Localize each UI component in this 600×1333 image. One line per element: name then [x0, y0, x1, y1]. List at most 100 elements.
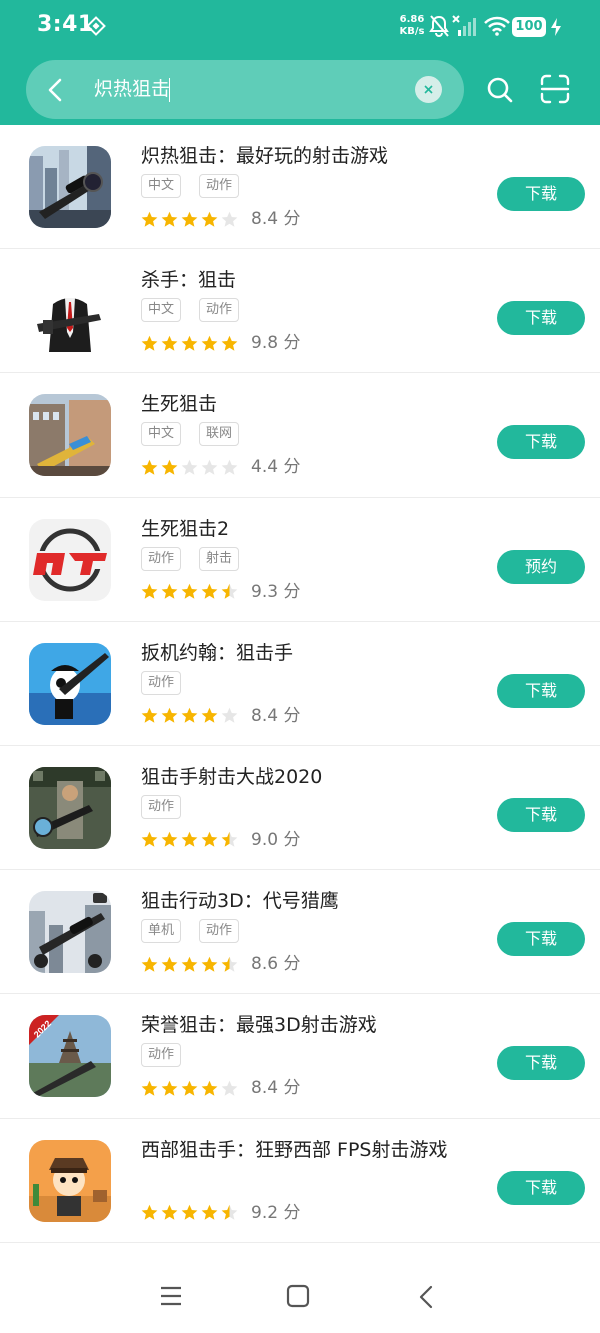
list-item[interactable]: 狙击行动3D：代号猎鹰 单机 动作 8.6 分 下载 [0, 870, 600, 995]
app-name: 荣誉狙击：最强3D射击游戏 [141, 1014, 377, 1037]
download-button[interactable]: 下载 [497, 1046, 585, 1081]
score-text: 8.6 分 [251, 954, 301, 975]
app-name: 狙击手射击大战2020 [141, 765, 323, 788]
wifi-icon [484, 16, 510, 36]
app-header: 3:41 6.86 KB/s 100 炽热狙击 [0, 0, 600, 125]
back-icon[interactable] [417, 1284, 435, 1310]
app-name: 炽热狙击：最好玩的射击游戏 [141, 145, 389, 167]
score-text: 8.4 分 [251, 1078, 301, 1099]
signal-icon [452, 14, 478, 38]
app-icon-honor-sniper[interactable]: 2022 [29, 1015, 111, 1098]
star-icon [161, 956, 178, 973]
charging-bolt-icon [549, 17, 563, 37]
app-icon-shengsi-juji[interactable] [29, 394, 111, 477]
star-icon [201, 459, 218, 476]
back-icon[interactable] [46, 77, 64, 103]
star-icon [181, 1080, 198, 1097]
download-button[interactable]: 下载 [497, 922, 585, 957]
star-icon [141, 707, 158, 724]
star-icon [201, 583, 218, 600]
score-text: 8.4 分 [251, 705, 301, 726]
star-icon [201, 831, 218, 848]
clear-icon[interactable] [415, 76, 442, 103]
app-name: 杀手：狙击 [141, 269, 237, 292]
home-icon[interactable] [286, 1284, 310, 1308]
list-item[interactable]: 扳机约翰：狙击手 动作 8.4 分 下载 [0, 622, 600, 746]
app-name: 狙击行动3D：代号猎鹰 [141, 890, 339, 913]
list-item[interactable]: 西部狙击手：狂野西部 FPS射击游戏 9.2 分 下载 [0, 1119, 600, 1243]
tag: 动作 [199, 919, 240, 944]
star-icon [181, 211, 198, 228]
star-icon [221, 583, 238, 600]
app-icon-sniper-war-2020[interactable] [29, 766, 111, 849]
rating: 8.6 分 [141, 953, 300, 975]
star-icon [221, 459, 238, 476]
text-caret [169, 78, 170, 102]
app-icon-sniper-fury[interactable] [29, 146, 111, 228]
star-icon [141, 211, 158, 228]
list-item[interactable]: 狙击手射击大战2020 动作 9.0 分 下载 [0, 746, 600, 871]
star-icon [141, 831, 158, 848]
download-button[interactable]: 下载 [497, 425, 585, 460]
app-name: 扳机约翰：狙击手 [141, 641, 294, 664]
tag: 射击 [199, 546, 240, 571]
search-input[interactable]: 炽热狙击 [94, 76, 170, 102]
star-icon [181, 459, 198, 476]
app-icon-sniper-3d[interactable] [29, 891, 111, 974]
download-button[interactable]: 下载 [497, 301, 585, 336]
rating: 9.8 分 [141, 332, 300, 354]
tag: 动作 [199, 298, 240, 323]
tag-list: 动作 射击 [141, 546, 257, 571]
score-text: 8.4 分 [251, 209, 301, 229]
rating: 8.4 分 [141, 705, 300, 727]
download-button[interactable]: 下载 [497, 797, 585, 832]
list-item[interactable]: 杀手：狙击 中文 动作 9.8 分 下载 [0, 249, 600, 374]
tag: 动作 [141, 794, 182, 819]
star-icon [161, 583, 178, 600]
rating: 9.0 分 [141, 829, 300, 851]
scan-icon[interactable] [540, 74, 570, 104]
menu-icon[interactable] [159, 1284, 183, 1308]
list-item[interactable]: 生死狙击2 动作 射击 9.3 分 预约 [0, 498, 600, 622]
search-icon[interactable] [486, 75, 514, 105]
star-icon [221, 335, 238, 352]
star-icon [161, 459, 178, 476]
search-results-list: 炽热狙击：最好玩的射击游戏 中文 动作 8.4 分 下载 杀手：狙击 中文 动作 9… [0, 125, 600, 1243]
search-bar: 炽热狙击 [26, 60, 464, 119]
star-icon [201, 211, 218, 228]
star-icon [181, 956, 198, 973]
tag: 动作 [141, 1043, 182, 1068]
star-icon [141, 459, 158, 476]
app-icon-trigger-john[interactable] [29, 642, 111, 725]
tag-list: 单机 动作 [141, 919, 257, 944]
list-item[interactable]: 2022 荣誉狙击：最强3D射击游戏 动作 8.4 分 下载 [0, 994, 600, 1119]
star-icon [181, 583, 198, 600]
download-button[interactable]: 下载 [497, 673, 585, 708]
app-icon-shengsi-juji-2[interactable] [29, 518, 111, 601]
star-icon [181, 1204, 198, 1221]
battery-level: 100 [512, 17, 546, 37]
star-icon [161, 831, 178, 848]
star-icon [141, 1204, 158, 1221]
tag: 中文 [141, 174, 182, 198]
star-icon [201, 335, 218, 352]
download-button[interactable]: 下载 [497, 177, 585, 211]
star-icon [221, 1080, 238, 1097]
star-icon [141, 1080, 158, 1097]
app-name: 生死狙击2 [141, 517, 230, 540]
tag-list: 中文 联网 [141, 422, 257, 447]
rating: 9.3 分 [141, 581, 300, 603]
star-icon [221, 1204, 238, 1221]
app-icon-western-sniper[interactable] [29, 1139, 111, 1222]
download-button[interactable]: 下载 [497, 1170, 585, 1205]
app-icon-hitman-sniper[interactable] [29, 270, 111, 353]
list-item[interactable]: 炽热狙击：最好玩的射击游戏 中文 动作 8.4 分 下载 [0, 125, 600, 250]
rating: 4.4 分 [141, 456, 300, 478]
system-nav-bar [0, 1262, 600, 1333]
star-icon [221, 211, 238, 228]
tag: 中文 [141, 298, 182, 323]
reserve-button[interactable]: 预约 [497, 549, 585, 584]
star-icon [141, 335, 158, 352]
list-item[interactable]: 生死狙击 中文 联网 4.4 分 下载 [0, 373, 600, 498]
star-icon [181, 831, 198, 848]
